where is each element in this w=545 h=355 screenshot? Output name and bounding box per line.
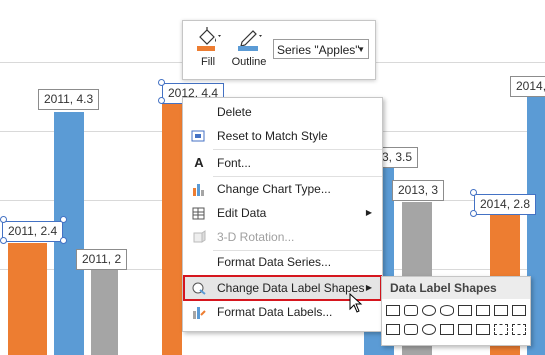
data-label-text: 2013, 3 xyxy=(398,183,439,197)
fill-button[interactable]: Fill xyxy=(191,25,225,68)
line-callout-shape-icon[interactable] xyxy=(440,324,454,335)
down-arrow-callout-shape-icon[interactable] xyxy=(476,305,490,316)
menu-item-format-series[interactable]: Format Data Series... xyxy=(183,250,382,274)
chevron-down-icon: ▼ xyxy=(357,45,365,54)
font-icon: A xyxy=(194,155,204,170)
series-select-value: Series "Apples" xyxy=(277,43,360,57)
data-label-text: 2011, 2.4 xyxy=(8,224,58,238)
fill-label: Fill xyxy=(200,56,216,68)
menu-item-font[interactable]: A Font... xyxy=(183,151,382,175)
series-select[interactable]: Series "Apples" ▼ xyxy=(273,39,369,59)
data-label[interactable]: 2013, 3 xyxy=(392,180,445,201)
line-callout-3-shape-icon[interactable] xyxy=(476,324,490,335)
data-label[interactable]: 2011, 4.3 xyxy=(38,89,100,110)
bar-2011-gray[interactable] xyxy=(91,270,118,355)
paint-bucket-icon xyxy=(197,27,221,51)
selection-handle[interactable] xyxy=(60,216,67,223)
mini-toolbar: Fill Outline Series "Apples" ▼ xyxy=(182,20,376,80)
left-arrow-callout-shape-icon[interactable] xyxy=(494,305,508,316)
bar-2012-orange[interactable] xyxy=(162,96,182,355)
menu-item-label: Change Chart Type... xyxy=(217,182,331,196)
menu-item-label: Font... xyxy=(217,156,252,170)
outline-label: Outline xyxy=(231,56,267,68)
rounded-rectangle-shape-icon[interactable] xyxy=(404,305,418,316)
format-labels-icon xyxy=(191,305,207,319)
data-label[interactable]: 2011, 2.4 xyxy=(2,221,64,242)
reset-style-icon xyxy=(191,129,207,143)
outline-button[interactable]: Outline xyxy=(229,25,269,68)
menu-item-edit-data[interactable]: Edit Data ▶ xyxy=(183,201,382,225)
menu-item-label: Reset to Match Style xyxy=(217,129,328,143)
menu-item-label: Delete xyxy=(217,105,252,119)
selection-handle[interactable] xyxy=(0,237,7,244)
submenu-header: Data Label Shapes xyxy=(382,277,530,299)
rounded-callout-shape-icon[interactable] xyxy=(404,324,418,335)
selection-handle[interactable] xyxy=(158,97,165,104)
data-label[interactable]: 2014, 5 xyxy=(510,76,545,97)
data-label-text: 2011, 4.3 xyxy=(44,92,94,106)
right-arrow-callout-shape-icon[interactable] xyxy=(458,305,472,316)
selection-handle[interactable] xyxy=(470,210,477,217)
menu-item-label: Edit Data xyxy=(217,206,267,220)
label-shapes-icon xyxy=(191,281,207,295)
menu-item-label: Change Data Label Shapes xyxy=(217,281,365,295)
dashed-callout-shape-icon[interactable] xyxy=(494,324,508,335)
rectangular-callout-shape-icon[interactable] xyxy=(386,324,400,335)
menu-item-label: Format Data Series... xyxy=(217,255,332,269)
submenu-arrow-icon: ▶ xyxy=(365,283,372,292)
oval-callout-shape-icon[interactable] xyxy=(422,324,436,335)
data-label-text: 2014, 2.8 xyxy=(480,197,531,211)
rotation-icon xyxy=(191,230,207,244)
selection-handle[interactable] xyxy=(158,79,165,86)
menu-item-label: Format Data Labels... xyxy=(217,305,333,319)
menu-item-3d-rotation[interactable]: 3-D Rotation... xyxy=(183,225,382,249)
menu-item-label: 3-D Rotation... xyxy=(217,230,295,244)
bar-2011-orange[interactable] xyxy=(8,243,47,355)
menu-item-reset-style[interactable]: Reset to Match Style xyxy=(183,124,382,148)
data-label-text: 3, 3.5 xyxy=(382,150,413,164)
edit-data-icon xyxy=(191,206,207,220)
dashed-callout-2-shape-icon[interactable] xyxy=(512,324,526,335)
menu-item-delete[interactable]: Delete xyxy=(183,100,382,124)
selection-handle[interactable] xyxy=(470,189,477,196)
mouse-cursor-icon xyxy=(349,293,363,313)
data-label-shapes-submenu: Data Label Shapes xyxy=(381,276,531,346)
oval-shape-icon[interactable] xyxy=(422,305,436,316)
selection-handle[interactable] xyxy=(60,237,67,244)
submenu-arrow-icon: ▶ xyxy=(365,208,372,217)
pencil-outline-icon xyxy=(238,30,262,51)
line-callout-2-shape-icon[interactable] xyxy=(458,324,472,335)
up-arrow-callout-shape-icon[interactable] xyxy=(512,305,526,316)
data-label-text: 2011, 2 xyxy=(82,252,122,266)
data-label[interactable]: 2011, 2 xyxy=(76,249,128,270)
data-label[interactable]: 2014, 2.8 xyxy=(474,194,537,215)
rectangle-shape-icon[interactable] xyxy=(386,305,400,316)
menu-item-change-chart-type[interactable]: Change Chart Type... xyxy=(183,177,382,201)
chart-type-icon xyxy=(191,182,207,196)
rounded-oval-shape-icon[interactable] xyxy=(440,305,454,316)
data-label-text: 2014, 5 xyxy=(516,79,545,93)
selection-handle[interactable] xyxy=(0,216,7,223)
menu-separator xyxy=(213,149,382,150)
